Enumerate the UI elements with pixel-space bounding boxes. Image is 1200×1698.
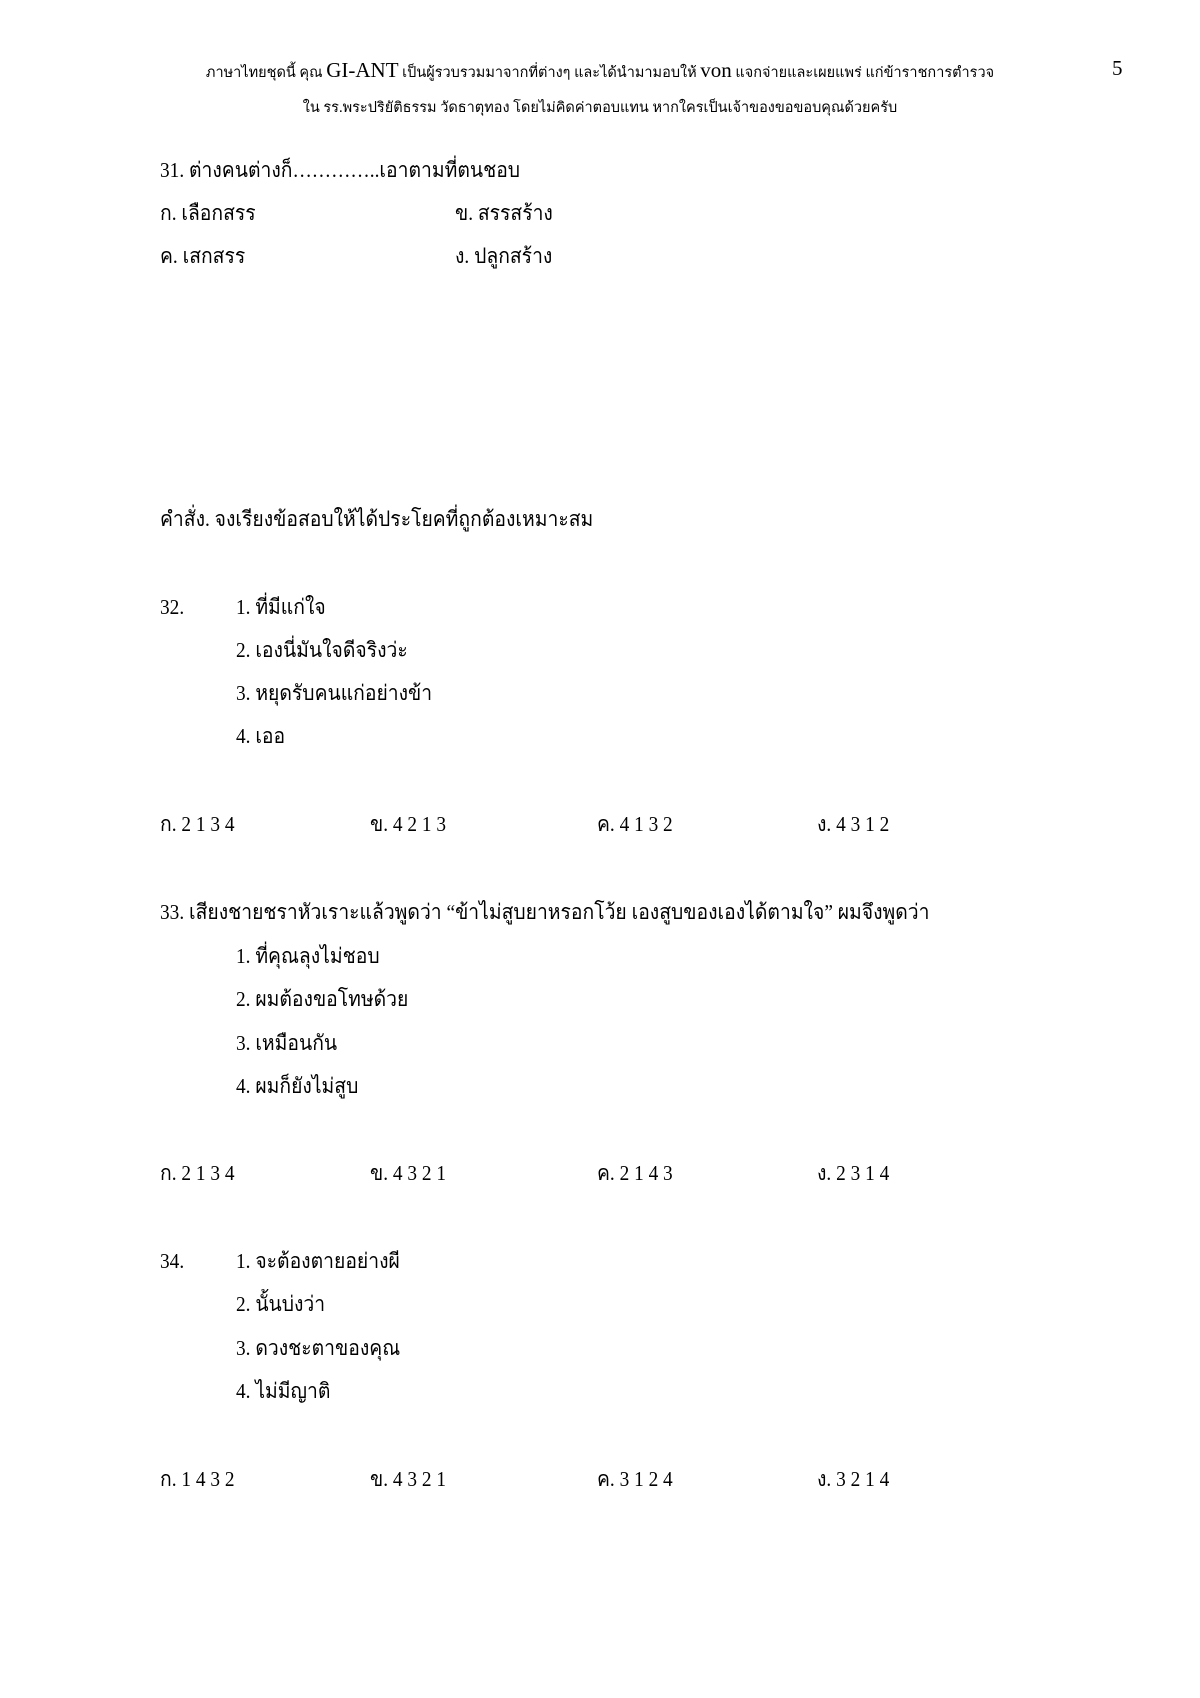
header-text: ภาษาไทยชุดนี้ คุณ (205, 65, 327, 81)
answer-option: ค. 4 1 3 2 (597, 812, 673, 836)
answer-option: ง. 3 2 1 4 (817, 1467, 890, 1491)
header-line-2: ใน รร.พระปริยัติธรรม วัดธาตุทอง โดยไม่คิ… (302, 100, 898, 116)
list-item: 4. ไม่มีญาติ (236, 1379, 331, 1403)
list-item: 3. หยุดรับคนแก่อย่างข้า (236, 681, 433, 705)
header-text: เป็นผู้รวบรวมมาจากที่ต่างๆ และได้นำมามอบ… (398, 65, 701, 81)
option: ง. ปลูกสร้าง (455, 244, 553, 268)
answer-option: ง. 4 3 1 2 (817, 812, 890, 836)
list-item: 4. เออ (236, 724, 286, 748)
answer-option: ก. 1 4 3 2 (160, 1467, 235, 1491)
answer-option: ข. 4 2 1 3 (370, 812, 447, 836)
list-item: 1. จะต้องตายอย่างผี (236, 1249, 400, 1273)
header-name: von (700, 58, 732, 82)
list-item: 1. ที่คุณลุงไม่ชอบ (236, 944, 380, 968)
question-31: 31. ต่างคนต่างก็…………..เอาตามที่ตนชอบ (160, 158, 521, 182)
document-page: ภาษาไทยชุดนี้ คุณ GI-ANT เป็นผู้รวบรวมมา… (0, 0, 1200, 1698)
header-line-1: ภาษาไทยชุดนี้ คุณ GI-ANT เป็นผู้รวบรวมมา… (0, 58, 1200, 84)
list-item: 3. เหมือนกัน (236, 1031, 338, 1055)
option: ค. เสกสรร (160, 244, 246, 268)
option: ก. เลือกสรร (160, 201, 256, 225)
header-brand: GI-ANT (326, 58, 399, 82)
question-33: 33. เสียงชายชราหัวเราะแล้วพูดว่า “ข้าไม่… (160, 900, 930, 924)
header-text: แจกจ่ายและเผยแพร่ แก่ข้าราชการตำรวจ (731, 65, 995, 81)
answer-option: ง. 2 3 1 4 (817, 1161, 890, 1185)
list-item: 2. เองนี่มันใจดีจริงว่ะ (236, 638, 408, 662)
option: ข. สรรสร้าง (455, 201, 553, 225)
list-item: 2. นั้นบ่งว่า (236, 1292, 326, 1316)
question-34-number: 34. (160, 1249, 185, 1273)
page-number: 5 (1112, 56, 1123, 80)
list-item: 2. ผมต้องขอโทษด้วย (236, 987, 409, 1011)
answer-option: ข. 4 3 2 1 (370, 1467, 447, 1491)
answer-option: ก. 2 1 3 4 (160, 812, 235, 836)
answer-option: ก. 2 1 3 4 (160, 1161, 235, 1185)
list-item: 1. ที่มีแก่ใจ (236, 595, 326, 619)
instruction: คำสั่ง. จงเรียงข้อสอบให้ได้ประโยคที่ถูกต… (160, 507, 594, 531)
list-item: 4. ผมก็ยังไม่สูบ (236, 1074, 359, 1098)
list-item: 3. ดวงชะตาของคุณ (236, 1336, 401, 1360)
answer-option: ค. 3 1 2 4 (597, 1467, 673, 1491)
answer-option: ข. 4 3 2 1 (370, 1161, 447, 1185)
question-32-number: 32. (160, 595, 185, 619)
answer-option: ค. 2 1 4 3 (597, 1161, 673, 1185)
